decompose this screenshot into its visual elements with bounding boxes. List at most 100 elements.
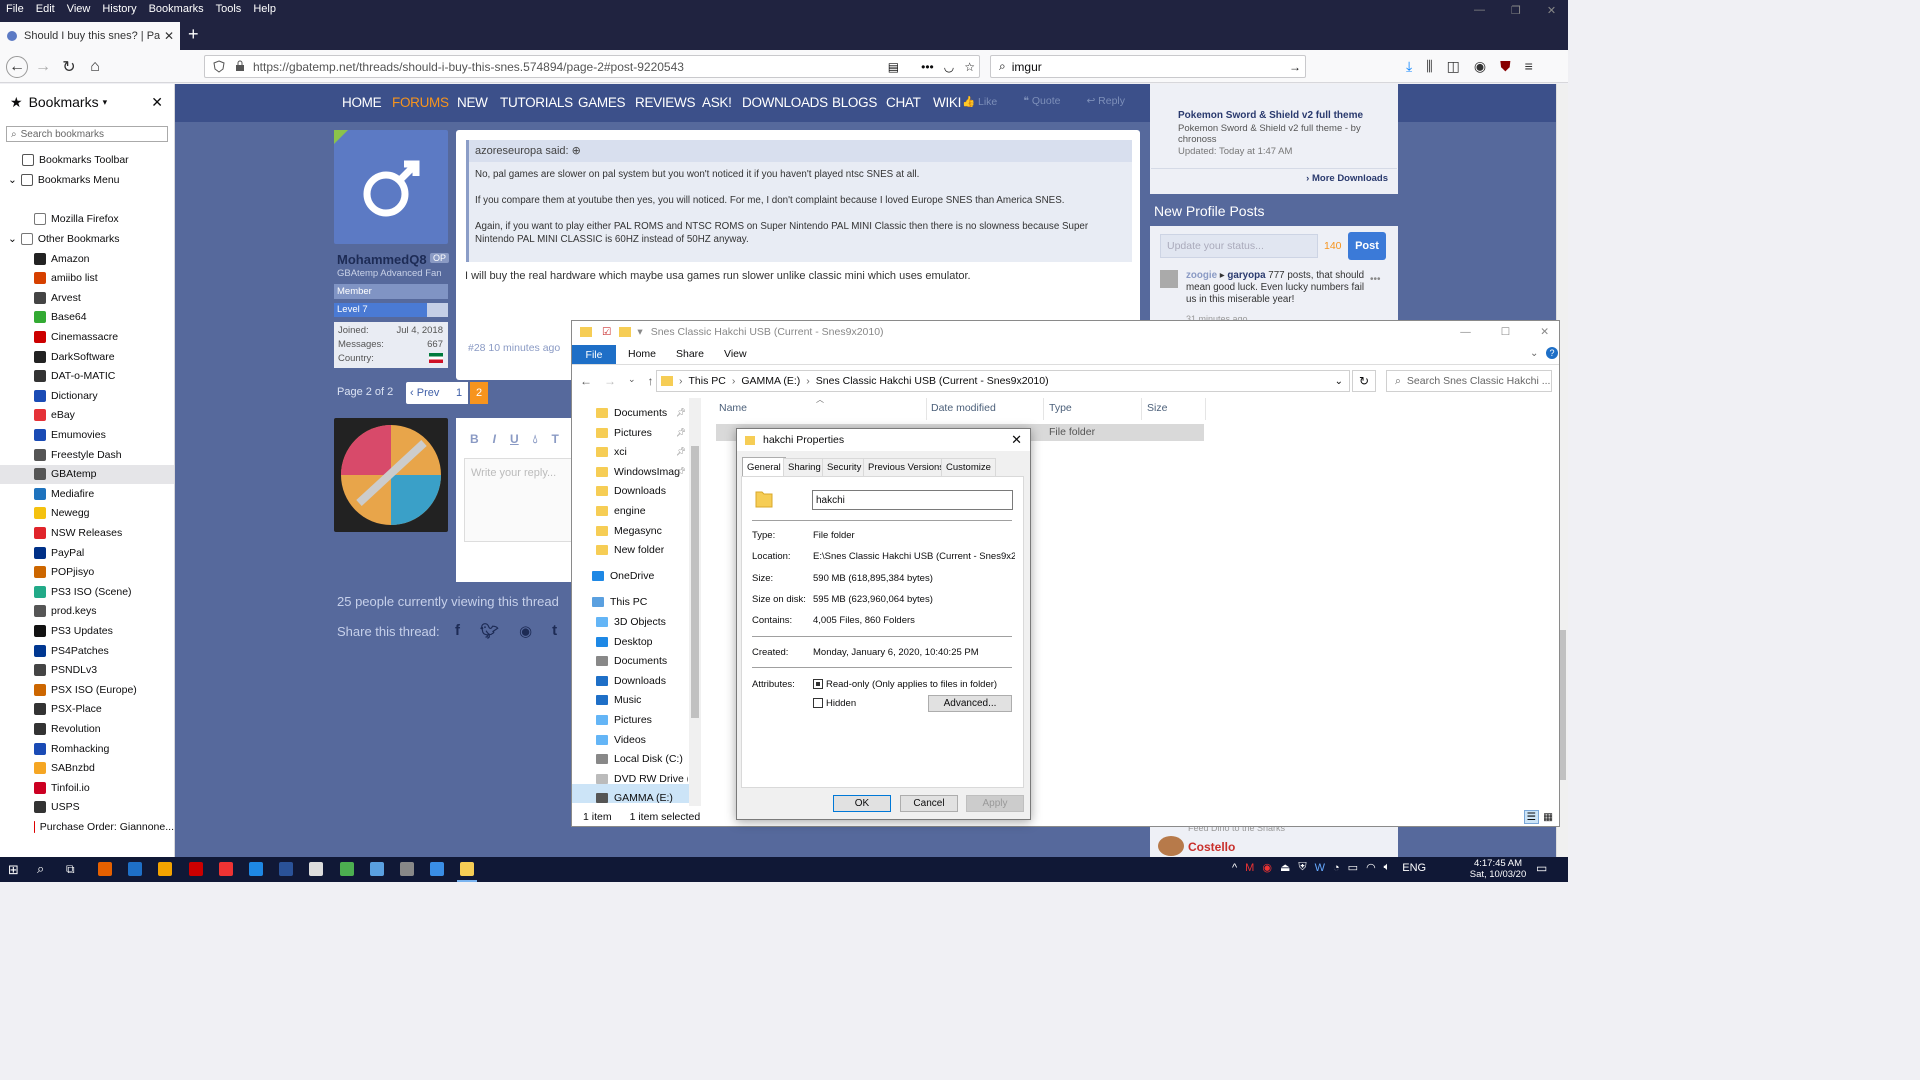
chevron-down-icon[interactable]: ▾ (103, 97, 108, 108)
back-arrow-icon[interactable]: ← (6, 56, 28, 78)
hidden-checkbox[interactable] (813, 698, 823, 708)
more-options-icon[interactable]: ••• (1370, 274, 1381, 285)
nav-chat[interactable]: CHAT (886, 95, 921, 110)
up-arrow-icon[interactable]: ↑ (648, 374, 654, 388)
bookmark-item[interactable]: Emumovies (34, 425, 174, 444)
location-value[interactable]: E:\Snes Classic Hakchi USB (Current - Sn… (813, 551, 1015, 562)
search-bar[interactable]: ⌕ imgur → (990, 55, 1306, 78)
bookmark-item[interactable]: PS4Patches (34, 641, 174, 660)
color-icon[interactable]: 💧︎ (533, 432, 538, 447)
tree-item[interactable]: Desktop (596, 632, 653, 651)
bookmark-item[interactable]: DAT-o-MATIC (34, 367, 174, 386)
tray-word-icon[interactable]: W (1315, 862, 1325, 874)
nav-tutorials[interactable]: TUTORIALS (500, 95, 573, 110)
more-downloads-link[interactable]: › More Downloads (1306, 173, 1388, 184)
tree-item[interactable]: Megasync (596, 521, 662, 540)
advanced-button[interactable]: Advanced... (928, 695, 1012, 712)
bookmark-item[interactable]: PS3 ISO (Scene) (34, 582, 174, 601)
bookmark-item[interactable]: PSNDLv3 (34, 661, 174, 680)
library-icon[interactable]: ⫼ (1426, 58, 1432, 75)
bookmark-item[interactable]: PS3 Updates (34, 621, 174, 640)
app-gray-taskbar-icon[interactable] (400, 862, 414, 876)
address-dropdown-icon[interactable]: ⌄ (1335, 376, 1343, 387)
tree-item[interactable]: Documents 📌︎ (596, 403, 686, 422)
reply-action[interactable]: ↩ Reply (1086, 95, 1125, 108)
tree-item[interactable]: Pictures 📌︎ (596, 423, 686, 442)
other-bookmarks-folder[interactable]: ⌄ Other Bookmarks (8, 229, 148, 248)
readonly-checkbox[interactable] (813, 679, 823, 689)
back-arrow-icon[interactable]: ← (580, 374, 592, 388)
bookmark-item[interactable]: Arvest (34, 288, 174, 307)
breadcrumb-current-folder[interactable]: Snes Classic Hakchi USB (Current - Snes9… (816, 375, 1049, 387)
menu-history[interactable]: History (102, 3, 136, 15)
qat-dropdown-icon[interactable]: ▾ (637, 326, 642, 338)
column-date-modified[interactable]: Date modified (931, 402, 996, 414)
minimize-icon[interactable]: — (1474, 4, 1485, 17)
page-2-current[interactable]: 2 (470, 382, 488, 404)
quote-action[interactable]: ❝ Quote (1023, 95, 1060, 108)
nav-wiki[interactable]: WIKI (933, 95, 961, 110)
twitter-icon[interactable]: 🐦︎ (480, 622, 499, 640)
new-tab-icon[interactable]: + (188, 24, 199, 45)
firefox-taskbar-icon[interactable] (98, 862, 112, 876)
bookmark-item[interactable]: Romhacking (34, 739, 174, 758)
post-status-button[interactable]: Post (1348, 232, 1386, 260)
start-windows-icon[interactable]: ⊞ (8, 862, 19, 878)
readonly-label[interactable]: Read-only (Only applies to files in fold… (826, 679, 1016, 690)
column-name[interactable]: Name (719, 402, 747, 414)
like-action[interactable]: 👍 Like (962, 95, 997, 108)
menu-bookmarks[interactable]: Bookmarks (149, 3, 204, 15)
close-icon[interactable]: ✕ (1540, 326, 1549, 338)
status-input[interactable]: Update your status... (1160, 234, 1318, 258)
post-username[interactable]: MohammedQ8 (337, 252, 427, 267)
tree-item[interactable]: WindowsImag 📌︎ (596, 462, 686, 481)
quote-author[interactable]: azoreseuropa said: (475, 145, 569, 157)
bookmark-item[interactable]: Amazon (34, 249, 174, 268)
cancel-button[interactable]: Cancel (900, 795, 958, 812)
tumblr-icon[interactable]: t (552, 622, 557, 640)
tree-item[interactable]: This PC (592, 592, 647, 611)
bookmark-item[interactable]: SABnzbd (34, 759, 174, 778)
user-avatar-large[interactable] (334, 130, 448, 244)
pp-user-1[interactable]: zoogie (1186, 270, 1217, 281)
recent-dropdown-icon[interactable]: ⌄ (628, 374, 636, 388)
breadcrumb-this-pc[interactable]: This PC (689, 375, 726, 387)
underline-icon[interactable]: U (510, 432, 519, 447)
reddit-icon[interactable]: ◉ (519, 622, 532, 640)
tree-scrollbar[interactable] (689, 398, 701, 806)
sidebar-title[interactable]: Bookmarks (29, 94, 99, 110)
download-icon[interactable]: ⤓ (1406, 58, 1412, 75)
facebook-icon[interactable]: f (455, 622, 460, 640)
menu-tools[interactable]: Tools (216, 3, 242, 15)
hamburger-menu-icon[interactable]: ≡ (1525, 58, 1533, 75)
font-icon[interactable]: T (552, 432, 559, 447)
home-icon[interactable]: ⌂ (84, 56, 106, 78)
pocket-icon[interactable]: ◡ (944, 60, 954, 74)
bookmark-item[interactable]: amiibo list (34, 269, 174, 288)
tray-gmail-icon[interactable]: M (1245, 862, 1254, 874)
tray-battery-icon[interactable]: ▭ (1348, 861, 1358, 874)
download-title[interactable]: Pokemon Sword & Shield v2 full theme (1178, 110, 1363, 121)
close-window-icon[interactable]: ✕ (1547, 4, 1556, 17)
folder-name-input[interactable]: hakchi (812, 490, 1013, 510)
tree-item[interactable]: DVD RW Drive (D: (596, 769, 688, 788)
forward-arrow-icon[interactable]: → (604, 374, 616, 388)
bookmark-item[interactable]: USPS (34, 798, 174, 817)
shield-icon[interactable] (213, 60, 225, 73)
new-folder-qat-icon[interactable] (619, 327, 632, 337)
bookmark-item[interactable]: Dictionary (34, 386, 174, 405)
post-meta[interactable]: #28 10 minutes ago (468, 342, 560, 354)
taskbar-clock[interactable]: 4:17:45 AM Sat, 10/03/20 (1468, 858, 1528, 882)
bookmark-item[interactable]: PSX ISO (Europe) (34, 680, 174, 699)
bold-icon[interactable]: B (470, 432, 479, 447)
ribbon-file-tab[interactable]: File (572, 345, 616, 364)
costello-avatar[interactable] (1158, 836, 1184, 856)
tab-sharing[interactable]: Sharing (783, 458, 826, 476)
bookmark-item[interactable]: eBay (34, 406, 174, 425)
menu-help[interactable]: Help (253, 3, 276, 15)
nav-reviews[interactable]: REVIEWS (635, 95, 695, 110)
nav-forums[interactable]: FORUMS (392, 95, 449, 110)
breadcrumb-gamma[interactable]: GAMMA (E:) (741, 375, 800, 387)
browser-tab[interactable]: Should I buy this snes? | Page 2 ✕ (0, 22, 180, 50)
details-view-icon[interactable]: ☰ (1523, 810, 1540, 824)
